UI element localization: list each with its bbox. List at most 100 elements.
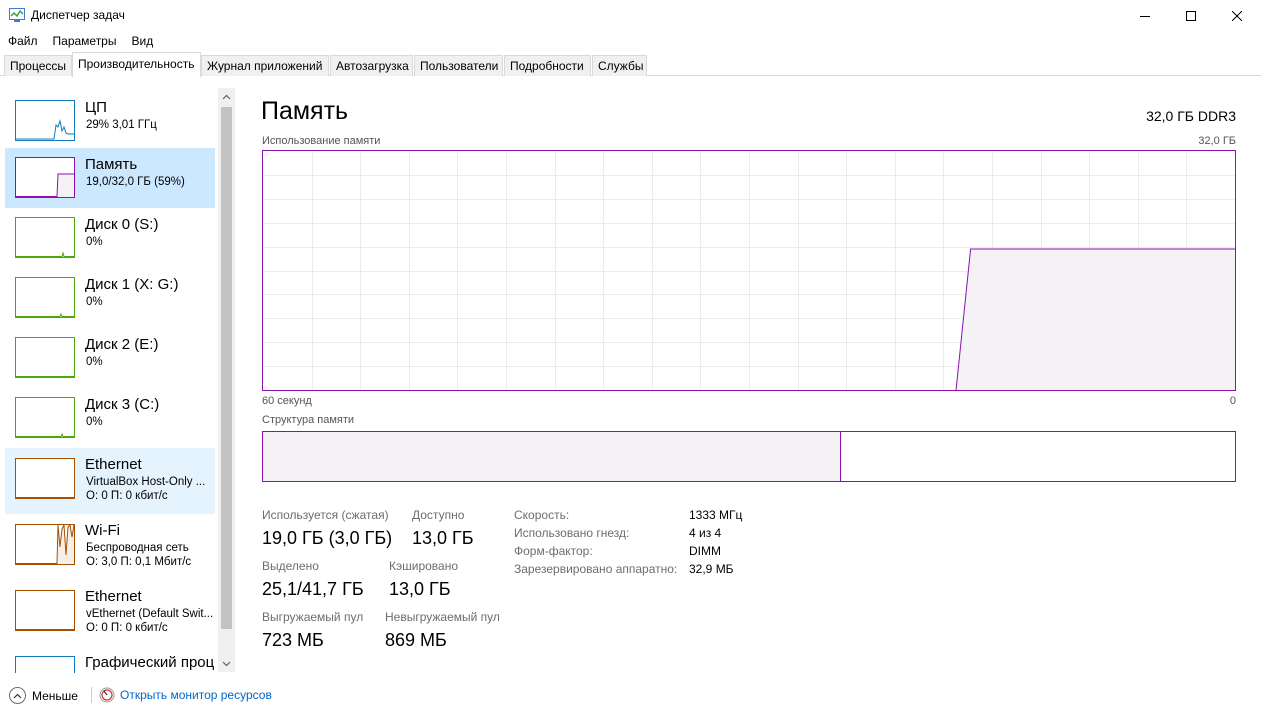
gpu-thumbnail — [15, 656, 75, 673]
sidebar-item-disk1[interactable]: Диск 1 (X: G:) 0% — [5, 268, 215, 328]
close-button[interactable] — [1214, 0, 1260, 32]
title-bar: Диспетчер задач — [0, 0, 1261, 32]
page-title: Память — [261, 97, 349, 125]
sidebar-item-subtitle: 0% — [86, 296, 103, 308]
hardware-reserved-label: Зарезервировано аппаратно: — [514, 562, 678, 576]
tab-services[interactable]: Службы — [592, 55, 647, 76]
tab-users[interactable]: Пользователи — [414, 55, 503, 76]
sidebar-item-title: Диск 3 (C:) — [85, 396, 160, 413]
open-resource-monitor-label: Открыть монитор ресурсов — [120, 688, 272, 702]
menu-view[interactable]: Вид — [123, 32, 160, 52]
available-value: 13,0 ГБ — [412, 528, 474, 548]
sidebar-item-title: Диск 0 (S:) — [85, 216, 159, 233]
disk1-thumbnail — [15, 277, 75, 318]
scroll-down-button[interactable] — [218, 655, 235, 672]
slots-value: 4 из 4 — [689, 526, 722, 540]
disk2-thumbnail — [15, 337, 75, 378]
disk3-thumbnail — [15, 397, 75, 438]
sidebar-item-title: Ethernet — [85, 456, 142, 473]
sidebar-item-title: Ethernet — [85, 588, 142, 605]
maximize-button[interactable] — [1168, 0, 1214, 32]
slots-label: Использовано гнезд: — [514, 526, 630, 540]
menu-bar: Файл Параметры Вид — [0, 32, 160, 52]
graph-time-left: 60 секунд — [262, 395, 312, 407]
sidebar-item-throughput: О: 3,0 П: 0,1 Мбит/с — [86, 556, 192, 568]
usage-graph-max: 32,0 ГБ — [1198, 135, 1236, 147]
chevron-up-icon — [9, 687, 26, 704]
open-resource-monitor-link[interactable]: Открыть монитор ресурсов — [99, 687, 272, 703]
sidebar-scrollbar[interactable] — [218, 88, 235, 672]
sidebar-item-title: Графический проц — [85, 654, 215, 671]
ethernet-thumbnail — [15, 590, 75, 631]
memory-spec: 32,0 ГБ DDR3 — [1146, 108, 1236, 124]
tab-startup[interactable]: Автозагрузка — [330, 55, 413, 76]
wifi-thumbnail — [15, 524, 75, 565]
in-use-value: 19,0 ГБ (3,0 ГБ) — [262, 528, 393, 548]
fewer-details-button[interactable]: Меньше — [9, 687, 78, 704]
tab-details[interactable]: Подробности — [504, 55, 591, 76]
in-use-label: Используется (сжатая) — [262, 508, 389, 522]
sidebar-item-throughput: О: 0 П: 0 кбит/с — [86, 490, 168, 502]
fewer-details-label: Меньше — [32, 688, 78, 703]
hardware-reserved-value: 32,9 МБ — [689, 562, 734, 576]
sidebar-item-subtitle: Беспроводная сеть — [86, 542, 189, 554]
graph-time-right: 0 — [1229, 395, 1236, 407]
sidebar-item-title: Диск 1 (X: G:) — [85, 276, 179, 293]
paged-pool-label: Выгружаемый пул — [262, 610, 364, 624]
form-factor-value: DIMM — [689, 544, 721, 558]
ethernet-thumbnail — [15, 458, 75, 499]
cpu-thumbnail — [15, 100, 75, 141]
sidebar-item-throughput: О: 0 П: 0 кбит/с — [86, 622, 168, 634]
usage-graph-label: Использование памяти — [262, 135, 381, 147]
sidebar-item-memory[interactable]: Память 19,0/32,0 ГБ (59%) — [5, 148, 215, 208]
speed-label: Скорость: — [514, 508, 570, 522]
sidebar-item-subtitle: vEthernet (Default Swit... — [86, 608, 214, 620]
sidebar-item-ethernet-virtualbox[interactable]: Ethernet VirtualBox Host-Only ... О: 0 П… — [5, 448, 215, 514]
speed-value: 1333 МГц — [689, 508, 743, 522]
tab-app-history[interactable]: Журнал приложений — [201, 55, 329, 76]
sidebar-item-cpu[interactable]: ЦП 29% 3,01 ГГц — [5, 91, 215, 151]
sidebar-item-gpu[interactable]: Графический проц — [5, 646, 215, 673]
sidebar-item-subtitle: VirtualBox Host-Only ... — [86, 476, 206, 488]
sidebar-item-title: ЦП — [85, 99, 107, 116]
menu-file[interactable]: Файл — [0, 32, 45, 52]
tab-processes[interactable]: Процессы — [4, 55, 72, 76]
sidebar-item-title: Память — [85, 156, 138, 173]
menu-options[interactable]: Параметры — [45, 32, 124, 52]
close-icon — [1232, 11, 1242, 21]
memory-usage-graph — [262, 150, 1236, 391]
nonpaged-pool-value: 869 МБ — [385, 630, 447, 650]
resource-monitor-icon — [99, 687, 115, 703]
footer-separator — [91, 687, 92, 703]
sidebar-item-subtitle: 29% 3,01 ГГц — [86, 119, 157, 131]
sidebar-item-ethernet-vethernet[interactable]: Ethernet vEthernet (Default Swit... О: 0… — [5, 580, 215, 646]
sidebar-item-disk3[interactable]: Диск 3 (C:) 0% — [5, 388, 215, 448]
sidebar-item-subtitle: 0% — [86, 416, 103, 428]
chevron-down-icon — [222, 661, 231, 666]
tab-bar: Процессы Производительность Журнал прило… — [0, 52, 1261, 77]
disk0-thumbnail — [15, 217, 75, 258]
sidebar-item-disk2[interactable]: Диск 2 (E:) 0% — [5, 328, 215, 388]
paged-pool-value: 723 МБ — [262, 630, 324, 650]
memory-thumbnail — [15, 157, 75, 198]
tab-performance[interactable]: Производительность — [72, 52, 201, 77]
sidebar-item-disk0[interactable]: Диск 0 (S:) 0% — [5, 208, 215, 268]
sidebar-item-title: Диск 2 (E:) — [85, 336, 159, 353]
chevron-up-icon — [222, 94, 231, 99]
sidebar-item-wifi[interactable]: Wi-Fi Беспроводная сеть О: 3,0 П: 0,1 Мб… — [5, 514, 215, 580]
memory-usage-chart — [263, 151, 1235, 390]
scroll-up-button[interactable] — [218, 88, 235, 105]
committed-label: Выделено — [262, 559, 319, 573]
scroll-thumb[interactable] — [221, 107, 232, 629]
sidebar-item-title: Wi-Fi — [85, 522, 120, 539]
committed-value: 25,1/41,7 ГБ — [262, 579, 364, 599]
sidebar-item-subtitle: 0% — [86, 356, 103, 368]
composition-label: Структура памяти — [262, 414, 355, 426]
available-label: Доступно — [412, 508, 465, 522]
task-manager-icon — [9, 8, 25, 22]
form-factor-label: Форм-фактор: — [514, 544, 593, 558]
minimize-button[interactable] — [1122, 0, 1168, 32]
composition-in-use — [263, 432, 842, 481]
footer: Меньше Открыть монитор ресурсов — [0, 677, 1261, 721]
nonpaged-pool-label: Невыгружаемый пул — [385, 610, 500, 624]
